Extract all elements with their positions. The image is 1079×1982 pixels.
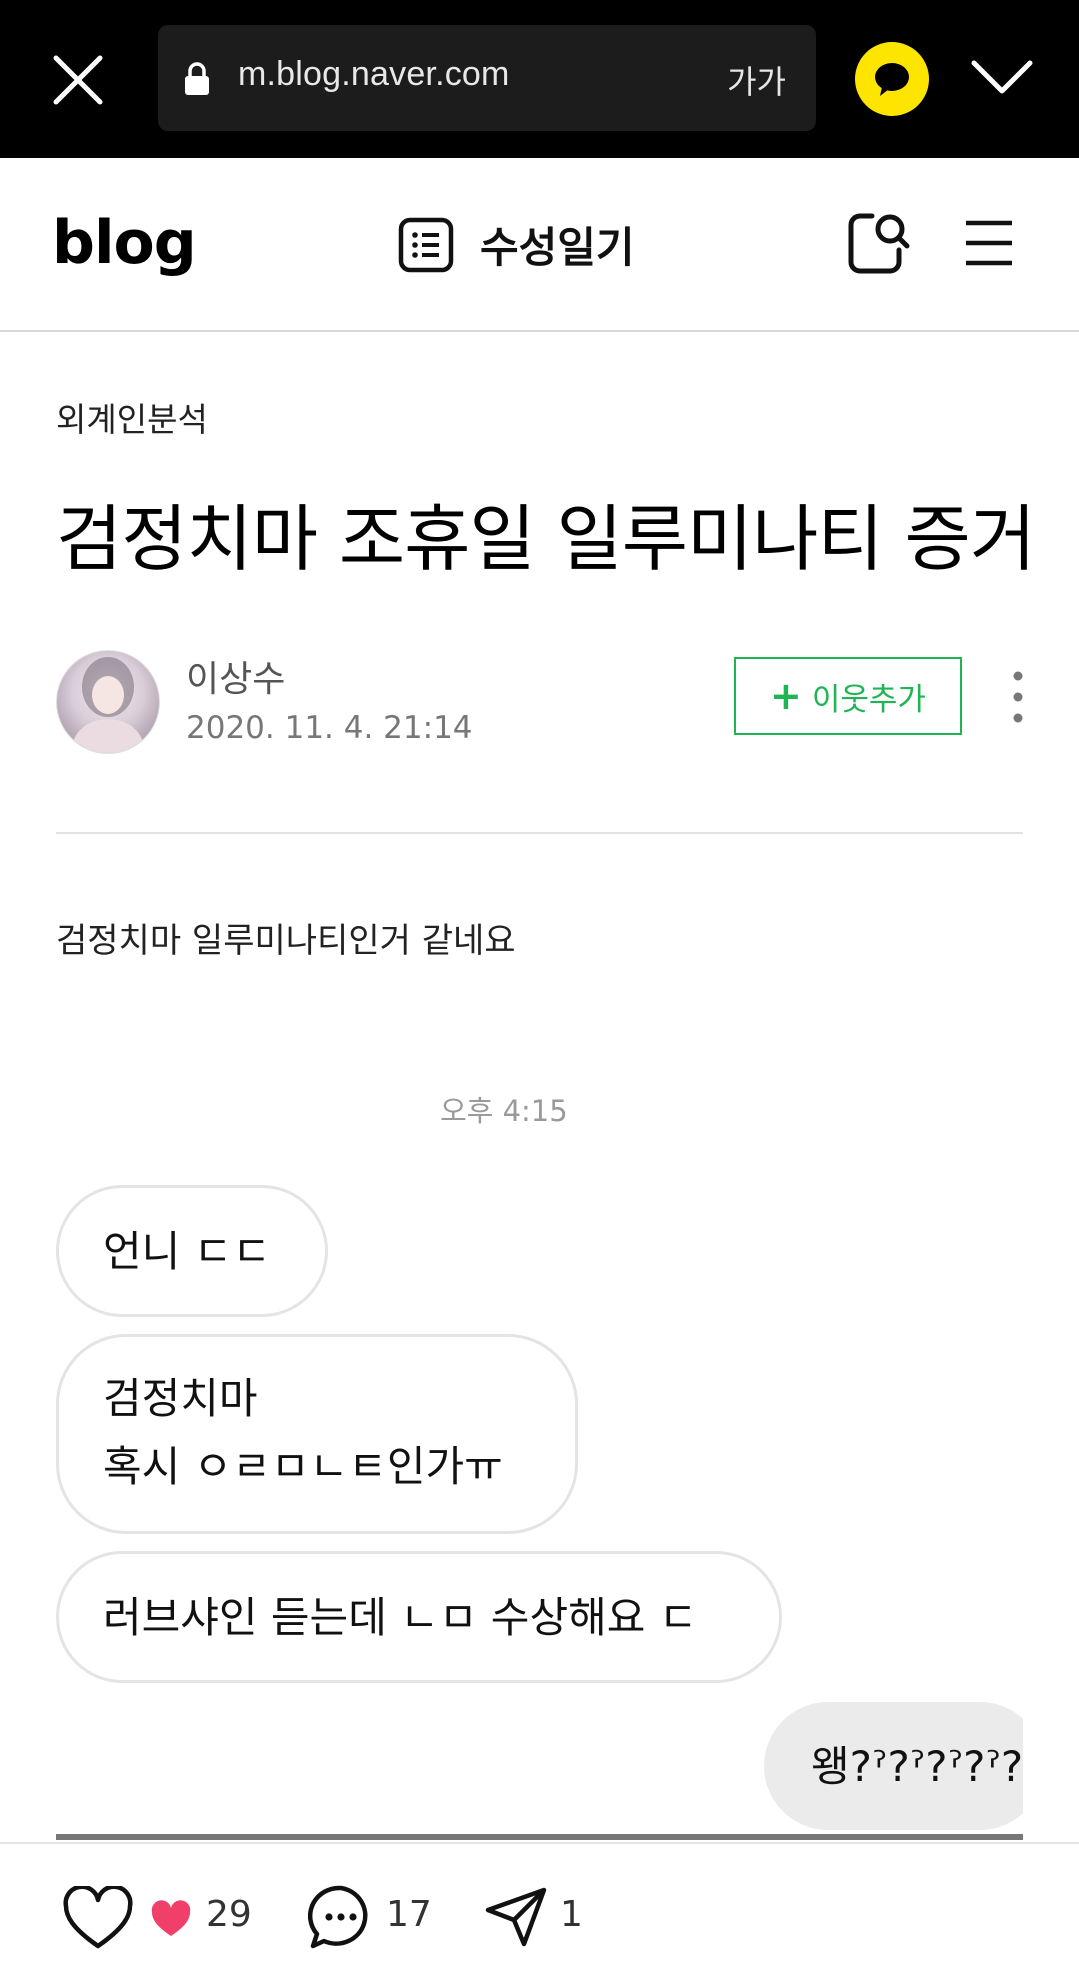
chat-bubble-sent: 왱?ˀ?ˀ?ˀ?ˀ? [764, 1702, 1023, 1830]
post-body-text: 검정치마 일루미나티인거 같네요 [56, 921, 516, 961]
share-count: 1 [560, 1894, 583, 1935]
post-title: 검정치마 조휴일 일루미나티 증거 [56, 497, 1036, 581]
chat-line: 왱?ˀ?ˀ?ˀ?ˀ? [811, 1742, 1023, 1791]
comment-count: 17 [386, 1894, 432, 1935]
bottom-action-bar: 29 17 1 [0, 1842, 1079, 1982]
chat-bubble: 검정치마 혹시 ㅇㄹㅁㄴㅌ인가ㅠ [56, 1334, 578, 1534]
divider [56, 832, 1023, 834]
post-date: 2020. 11. 4. 21:14 [186, 710, 473, 746]
font-size-button[interactable]: 가가 [727, 57, 786, 103]
chat-bubble: 언니 ㄷㄷ [56, 1185, 328, 1317]
chat-line: 검정치마 [103, 1374, 258, 1423]
chat-bubble: 러브샤인 듣는데 ㄴㅁ 수상해요 ㄷ [56, 1551, 782, 1683]
more-options-icon[interactable] [1006, 670, 1030, 724]
chat-line: 러브샤인 듣는데 ㄴㅁ 수상해요 ㄷ [103, 1593, 698, 1642]
blog-name: 수성일기 [480, 223, 635, 272]
author-name[interactable]: 이상수 [186, 650, 285, 702]
blog-home-link[interactable]: 수성일기 [398, 214, 635, 275]
plus-icon: + [770, 674, 802, 718]
menu-icon[interactable] [964, 218, 1014, 268]
chat-screenshot-image[interactable]: 오후 4:15 언니 ㄷㄷ 검정치마 혹시 ㅇㄹㅁㄴㅌ인가ㅠ 러브샤인 듣는데 … [56, 1060, 1023, 1840]
chat-line: 혹시 ㅇㄹㅁㄴㅌ인가ㅠ [103, 1442, 503, 1491]
add-neighbor-label: 이웃추가 [811, 681, 926, 718]
image-edge [56, 1834, 1023, 1840]
like-count-heart-icon [151, 1900, 191, 1936]
post-category[interactable]: 외계인분석 [56, 393, 208, 441]
avatar[interactable] [56, 650, 160, 754]
add-neighbor-button[interactable]: + 이웃추가 [734, 657, 962, 735]
chat-line: 언니 ㄷㄷ [103, 1227, 271, 1276]
close-icon[interactable] [48, 50, 108, 110]
chevron-down-icon[interactable] [970, 55, 1034, 99]
comment-icon[interactable] [308, 1884, 374, 1950]
share-icon[interactable] [484, 1886, 548, 1948]
blog-header: blog 수성일기 [0, 158, 1079, 332]
url-bar[interactable]: m.blog.naver.com 가가 [158, 25, 816, 131]
url-text: m.blog.naver.com [238, 55, 510, 93]
like-count: 29 [206, 1894, 252, 1935]
list-icon [398, 217, 454, 272]
heart-icon[interactable] [62, 1886, 134, 1952]
chat-time: 오후 4:15 [440, 1094, 568, 1128]
browser-toolbar: m.blog.naver.com 가가 [0, 0, 1079, 158]
search-icon[interactable] [846, 210, 910, 276]
kakao-talk-icon[interactable] [855, 42, 929, 116]
lock-icon [185, 62, 209, 95]
blog-logo[interactable]: blog [52, 208, 197, 278]
